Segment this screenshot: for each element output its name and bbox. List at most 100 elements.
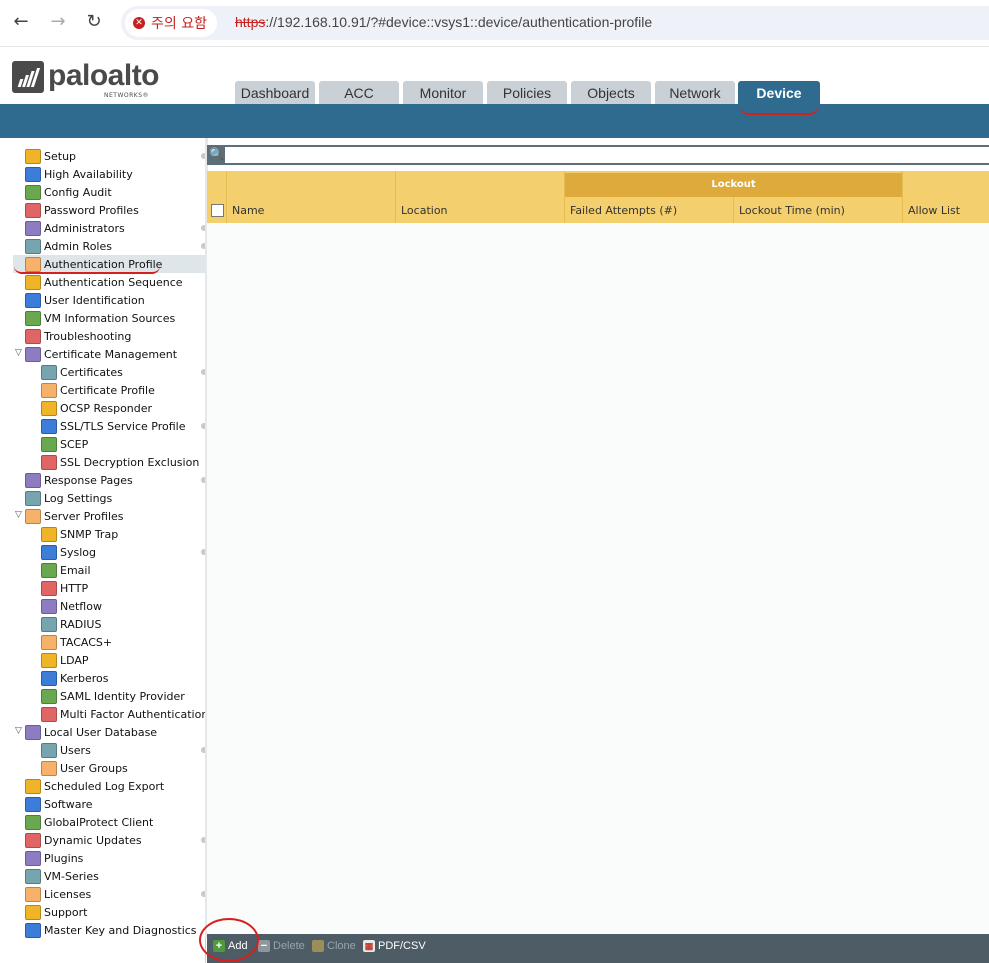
tab-annotation-underline	[739, 105, 819, 115]
back-arrow-icon[interactable]: ←	[10, 11, 32, 33]
sidebar-item-local-user-database[interactable]: Local User Database	[25, 723, 157, 741]
tab-objects[interactable]: Objects	[571, 81, 651, 104]
sidebar-item-label: SCEP	[60, 437, 89, 451]
sidebar-item-scheduled-log-export[interactable]: Scheduled Log Export	[25, 777, 164, 795]
sidebar-item-setup[interactable]: Setup	[25, 147, 76, 165]
sidebar-item-certificates[interactable]: Certificates	[41, 363, 123, 381]
user-id-icon	[25, 292, 41, 308]
url-text[interactable]: https://192.168.10.91/?#device::vsys1::d…	[235, 14, 652, 30]
sidebar-item-label: Plugins	[44, 851, 84, 865]
sidebar-item-dynamic-updates[interactable]: Dynamic Updates	[25, 831, 142, 849]
column-header-location[interactable]: Location	[401, 204, 448, 217]
sidebar-item-syslog[interactable]: Syslog	[41, 543, 96, 561]
expand-toggle-icon[interactable]: ▽	[15, 348, 22, 358]
sidebar-item-scep[interactable]: SCEP	[41, 435, 88, 453]
sidebar-item-label: Setup	[44, 149, 77, 163]
sidebar-item-administrators[interactable]: Administrators	[25, 219, 125, 237]
sidebar-item-http[interactable]: HTTP	[41, 579, 88, 597]
scep-icon	[41, 436, 57, 452]
sidebar-item-radius[interactable]: RADIUS	[41, 615, 101, 633]
sidebar-item-label: Support	[44, 905, 88, 919]
expand-toggle-icon[interactable]: ▽	[15, 726, 22, 736]
address-bar[interactable]: ✕ 주의 요함 https://192.168.10.91/?#device::…	[121, 6, 989, 40]
sidebar-item-master-key-and-diagnostics[interactable]: Master Key and Diagnostics	[25, 921, 197, 939]
ha-icon	[25, 166, 41, 182]
sidebar-item-user-identification[interactable]: User Identification	[25, 291, 145, 309]
filter-input[interactable]	[225, 147, 989, 163]
sidebar-item-plugins[interactable]: Plugins	[25, 849, 83, 867]
sidebar-item-label: SSL/TLS Service Profile	[60, 419, 186, 433]
column-header-failed-attempts[interactable]: Failed Attempts (#)	[570, 204, 677, 217]
sidebar-item-snmp-trap[interactable]: SNMP Trap	[41, 525, 118, 543]
sidebar-item-high-availability[interactable]: High Availability	[25, 165, 133, 183]
logo-wordmark: paloalto	[48, 59, 160, 92]
sidebar-item-ldap[interactable]: LDAP	[41, 651, 89, 669]
sidebar-item-label: Config Audit	[44, 185, 112, 199]
sidebar-item-kerberos[interactable]: Kerberos	[41, 669, 108, 687]
tab-network[interactable]: Network	[655, 81, 735, 104]
sidebar-item-vm-information-sources[interactable]: VM Information Sources	[25, 309, 175, 327]
search-icon: 🔍	[209, 147, 224, 161]
sidebar-item-label: Kerberos	[60, 671, 109, 685]
sidebar-item-label: VM-Series	[44, 869, 99, 883]
sidebar-item-certificate-management[interactable]: Certificate Management	[25, 345, 177, 363]
sidebar-item-multi-factor-authentication[interactable]: Multi Factor Authentication	[41, 705, 208, 723]
sidebar-item-ssl-tls-service-profile[interactable]: SSL/TLS Service Profile	[41, 417, 185, 435]
sidebar-item-globalprotect-client[interactable]: GlobalProtect Client	[25, 813, 153, 831]
sidebar-item-netflow[interactable]: Netflow	[41, 597, 102, 615]
tab-device[interactable]: Device	[738, 81, 820, 104]
minus-icon: −	[258, 940, 270, 952]
radius-icon	[41, 616, 57, 632]
tab-dashboard[interactable]: Dashboard	[235, 81, 315, 104]
sidebar-item-tacacs[interactable]: TACACS+	[41, 633, 112, 651]
security-warning-chip[interactable]: ✕ 주의 요함	[125, 9, 217, 37]
sidebar-item-label: User Groups	[60, 761, 128, 775]
sidebar-item-ssl-decryption-exclusion[interactable]: SSL Decryption Exclusion	[41, 453, 199, 471]
expand-toggle-icon[interactable]: ▽	[15, 510, 22, 520]
sidebar-item-label: Master Key and Diagnostics	[44, 923, 197, 937]
tab-policies[interactable]: Policies	[487, 81, 567, 104]
troubleshooting-icon	[25, 328, 41, 344]
select-all-checkbox[interactable]	[211, 204, 224, 217]
sidebar-item-users[interactable]: Users	[41, 741, 91, 759]
sidebar-item-label: Certificate Management	[44, 347, 178, 361]
tab-monitor[interactable]: Monitor	[403, 81, 483, 104]
vm-series-icon	[25, 868, 41, 884]
column-header-allow-list[interactable]: Allow List	[908, 204, 960, 217]
sidebar-item-certificate-profile[interactable]: Certificate Profile	[41, 381, 155, 399]
column-header-name[interactable]: Name	[232, 204, 264, 217]
sidebar-item-label: TACACS+	[60, 635, 113, 649]
sidebar-item-response-pages[interactable]: Response Pages	[25, 471, 133, 489]
clone-button[interactable]: Clone	[312, 940, 356, 952]
sidebar-item-label: Certificates	[60, 365, 123, 379]
sidebar-item-config-audit[interactable]: Config Audit	[25, 183, 112, 201]
sidebar-item-support[interactable]: Support	[25, 903, 87, 921]
sidebar-item-saml-identity-provider[interactable]: SAML Identity Provider	[41, 687, 185, 705]
column-header-lockout-time[interactable]: Lockout Time (min)	[739, 204, 845, 217]
delete-button[interactable]: − Delete	[258, 940, 305, 952]
sidebar-item-password-profiles[interactable]: Password Profiles	[25, 201, 139, 219]
tab-acc[interactable]: ACC	[319, 81, 399, 104]
sidebar-item-licenses[interactable]: Licenses	[25, 885, 91, 903]
forward-arrow-icon[interactable]: →	[47, 11, 69, 33]
http-icon	[41, 580, 57, 596]
lockout-group-header: Lockout	[565, 173, 902, 197]
sidebar-item-user-groups[interactable]: User Groups	[41, 759, 128, 777]
sidebar-item-label: SAML Identity Provider	[60, 689, 185, 703]
sidebar-item-authentication-sequence[interactable]: Authentication Sequence	[25, 273, 183, 291]
sidebar-item-admin-roles[interactable]: Admin Roles	[25, 237, 112, 255]
pdf-csv-button[interactable]: ▦ PDF/CSV	[363, 940, 426, 952]
device-sidebar: Setup High Availability Config Audit Passwo…	[10, 138, 217, 963]
clone-icon	[312, 940, 324, 952]
sidebar-item-ocsp-responder[interactable]: OCSP Responder	[41, 399, 152, 417]
sidebar-item-log-settings[interactable]: Log Settings	[25, 489, 112, 507]
filter-bar: 🔍	[207, 145, 989, 165]
sidebar-item-label: Admin Roles	[44, 239, 112, 253]
sidebar-item-troubleshooting[interactable]: Troubleshooting	[25, 327, 131, 345]
sidebar-item-vm-series[interactable]: VM-Series	[25, 867, 99, 885]
sidebar-item-software[interactable]: Software	[25, 795, 93, 813]
reload-icon[interactable]: ↻	[83, 11, 105, 33]
sidebar-item-email[interactable]: Email	[41, 561, 91, 579]
log-settings-icon	[25, 490, 41, 506]
sidebar-item-server-profiles[interactable]: Server Profiles	[25, 507, 124, 525]
